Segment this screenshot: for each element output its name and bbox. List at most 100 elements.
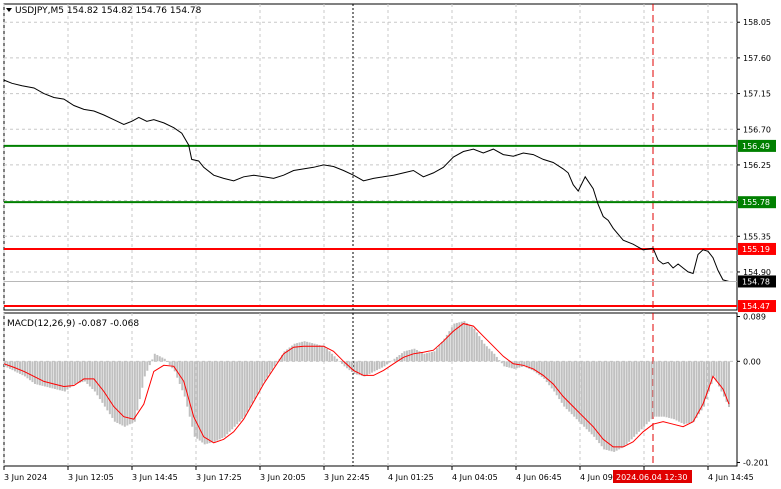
macd-histogram-bar [608, 361, 611, 451]
macd-histogram-bar [193, 361, 196, 437]
macd-histogram-bar [303, 341, 306, 362]
macd-histogram-bar [440, 341, 443, 362]
macd-histogram-bar [663, 361, 666, 417]
time-label: 3 Jun 12:05 [68, 473, 114, 482]
macd-histogram-bar [68, 361, 71, 388]
macd-histogram-bar [630, 361, 633, 440]
macd-histogram-bar [263, 361, 266, 382]
macd-histogram-bar [253, 361, 256, 400]
macd-histogram-bar [383, 361, 386, 367]
macd-histogram-bar [16, 361, 19, 373]
macd-histogram-bar [615, 361, 618, 451]
macd-histogram-bar [186, 361, 189, 407]
macd-histogram-bar [613, 361, 616, 452]
macd-histogram-bar [508, 361, 511, 368]
macd-histogram-bar [478, 336, 481, 362]
macd-histogram-bar [31, 361, 34, 383]
macd-histogram-bar [470, 326, 473, 362]
macd-histogram-bar [465, 322, 468, 362]
macd-histogram-bar [111, 361, 114, 418]
macd-histogram-bar [680, 361, 683, 423]
macd-histogram-bar [500, 361, 503, 364]
macd-histogram-bar [498, 360, 501, 362]
macd-histogram-bar [485, 346, 488, 362]
macd-histogram-bar [620, 361, 623, 449]
macd-histogram-bar [728, 361, 731, 408]
time-label: 4 Jun 09 [580, 473, 613, 482]
usdjpy-chart: 158.05157.60157.15156.70156.25155.80155.… [3, 3, 776, 483]
macd-histogram-bar [221, 361, 224, 439]
price-tick-label: 157.60 [743, 54, 771, 63]
macd-histogram-bar [695, 361, 698, 418]
macd-histogram-bar [380, 361, 383, 368]
time-label: 3 Jun 20:05 [260, 473, 306, 482]
macd-histogram-bar [698, 361, 701, 415]
macd-header: MACD(12,26,9) -0.087 -0.068 [7, 319, 139, 329]
macd-histogram-bar [648, 361, 651, 422]
macd-histogram-bar [333, 356, 336, 362]
macd-histogram-bar [141, 361, 144, 388]
macd-tick-label: -0.201 [743, 458, 769, 467]
macd-histogram-bar [158, 356, 161, 362]
macd-histogram-bar [318, 344, 321, 362]
macd-tick-label: 0.089 [743, 313, 766, 322]
level-label: 155.19 [742, 245, 770, 254]
macd-histogram-bar [435, 348, 438, 362]
macd-histogram-bar [41, 361, 44, 386]
dropdown-triangle-icon[interactable] [6, 8, 12, 12]
macd-histogram-bar [683, 361, 686, 425]
macd-histogram-bar [700, 361, 703, 411]
macd-histogram-bar [338, 361, 341, 362]
macd-histogram-bar [163, 358, 166, 362]
macd-histogram-bar [38, 361, 41, 386]
macd-histogram-bar [88, 361, 91, 387]
macd-histogram-bar [48, 361, 51, 388]
macd-histogram-bar [46, 361, 49, 388]
macd-histogram-bar [558, 361, 561, 400]
macd-histogram-bar [366, 361, 369, 376]
macd-histogram-bar [251, 361, 254, 404]
level-label: 156.49 [742, 142, 770, 151]
macd-histogram-bar [610, 361, 613, 452]
macd-histogram-bar [23, 361, 26, 377]
macd-histogram-bar [640, 361, 643, 430]
macd-histogram-bar [660, 361, 663, 417]
macd-histogram-bar [98, 361, 101, 400]
macd-histogram-bar [473, 328, 476, 362]
macd-histogram-bar [685, 361, 688, 424]
macd-histogram-bar [323, 346, 326, 362]
macd-histogram-bar [353, 361, 356, 374]
macd-histogram-bar [116, 361, 119, 423]
macd-histogram-bar [256, 361, 259, 395]
macd-histogram-bar [625, 361, 628, 445]
macd-histogram-bar [146, 361, 149, 371]
macd-histogram-bar [33, 361, 36, 384]
macd-histogram-bar [306, 341, 309, 362]
macd-histogram-bar [560, 361, 563, 403]
macd-histogram-bar [433, 351, 436, 362]
macd-histogram-bar [113, 361, 116, 422]
time-label: 4 Jun 01:25 [388, 473, 434, 482]
price-tick-label: 155.35 [743, 232, 771, 241]
macd-histogram-bar [196, 361, 199, 439]
macd-histogram-bar [266, 361, 269, 378]
macd-histogram-bar [191, 361, 194, 427]
macd-histogram-bar [296, 343, 299, 362]
last-price-label: 154.78 [742, 277, 770, 286]
macd-histogram-bar [693, 361, 696, 422]
macd-histogram-bar [390, 360, 393, 362]
macd-histogram-bar [495, 356, 498, 362]
macd-histogram-bar [458, 322, 461, 362]
price-tick-label: 157.15 [743, 90, 771, 99]
macd-histogram-bar [668, 361, 671, 418]
macd-histogram-bar [246, 361, 249, 413]
macd-tick-label: 0.00 [743, 357, 761, 366]
macd-histogram-bar [423, 353, 426, 362]
macd-histogram-bar [328, 351, 331, 362]
macd-histogram-bar [228, 361, 231, 432]
macd-histogram-bar [598, 361, 601, 444]
macd-histogram-bar [655, 361, 658, 417]
macd-histogram-bar [633, 361, 636, 437]
macd-histogram-bar [420, 352, 423, 362]
macd-histogram-bar [503, 361, 506, 367]
